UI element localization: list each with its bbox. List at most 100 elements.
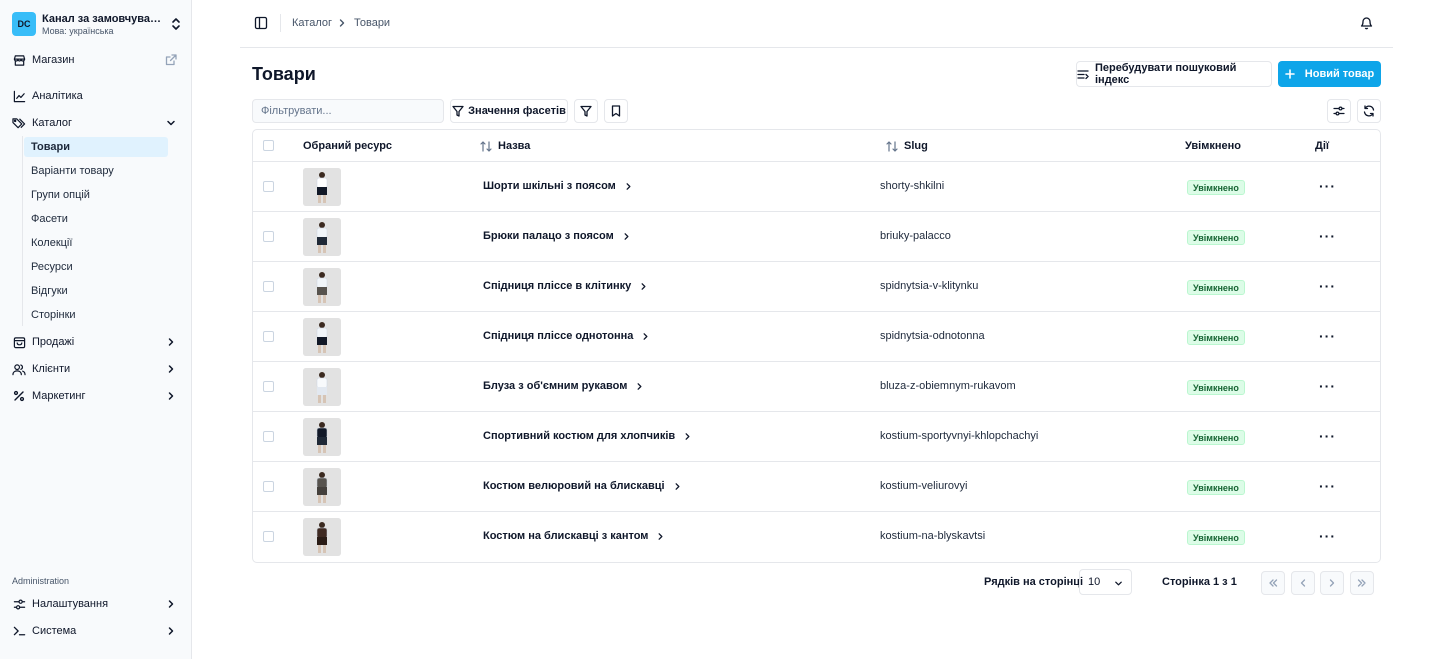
breadcrumb-catalog[interactable]: Каталог bbox=[292, 17, 332, 29]
panel-left-icon[interactable] bbox=[254, 16, 268, 30]
table-row[interactable]: Спідниця пліссе в клітинку spidnytsia-v-k… bbox=[253, 262, 1380, 312]
sidebar-subitem-pages[interactable]: Сторінки bbox=[24, 305, 168, 325]
table-row[interactable]: Костюм на блискавці з кантом kostium-na-b… bbox=[253, 512, 1380, 562]
more-actions-icon[interactable]: ··· bbox=[1319, 279, 1336, 293]
sidebar-item-label: Продажі bbox=[32, 336, 75, 348]
last-page-button[interactable] bbox=[1350, 571, 1374, 595]
row-checkbox[interactable] bbox=[263, 181, 274, 192]
chevron-right-icon bbox=[164, 362, 178, 376]
sidebar-item-sales[interactable]: Продажі bbox=[8, 331, 184, 353]
table-row[interactable]: Шорти шкільні з поясом shorty-shkilni Увім… bbox=[253, 162, 1380, 212]
sidebar-item-label: Налаштування bbox=[32, 598, 109, 610]
product-thumbnail[interactable] bbox=[303, 468, 341, 506]
product-name-link[interactable]: Шорти шкільні з поясом bbox=[483, 180, 633, 192]
more-actions-icon[interactable]: ··· bbox=[1319, 179, 1336, 193]
chevron-right-icon bbox=[665, 482, 682, 491]
product-thumbnail[interactable] bbox=[303, 418, 341, 456]
more-actions-icon[interactable]: ··· bbox=[1319, 329, 1336, 343]
chevron-right-icon bbox=[1327, 578, 1337, 588]
more-actions-icon[interactable]: ··· bbox=[1319, 229, 1336, 243]
table-row[interactable]: Спортивний костюм для хлопчиків kostium-s… bbox=[253, 412, 1380, 462]
sidebar-subitem-variants[interactable]: Варіанти товару bbox=[24, 161, 168, 181]
previous-page-button[interactable] bbox=[1291, 571, 1315, 595]
first-page-button[interactable] bbox=[1261, 571, 1285, 595]
sidebar-subitem-facets[interactable]: Фасети bbox=[24, 209, 168, 229]
filter-input[interactable] bbox=[252, 99, 444, 123]
product-name-link[interactable]: Спідниця пліссе однотонна bbox=[483, 330, 650, 342]
column-header-slug[interactable]: Slug bbox=[886, 140, 928, 152]
row-checkbox[interactable] bbox=[263, 431, 274, 442]
product-name-link[interactable]: Брюки палацо з поясом bbox=[483, 230, 631, 242]
list-filter-icon bbox=[1077, 69, 1089, 80]
plus-icon bbox=[1284, 69, 1295, 79]
next-page-button[interactable] bbox=[1320, 571, 1344, 595]
column-header-name[interactable]: Назва bbox=[480, 140, 530, 152]
filter-button[interactable] bbox=[574, 99, 598, 123]
row-checkbox[interactable] bbox=[263, 331, 274, 342]
refresh-button[interactable] bbox=[1357, 99, 1381, 123]
chevron-right-icon bbox=[648, 532, 665, 541]
table-row[interactable]: Брюки палацо з поясом briuky-palacco Увімк… bbox=[253, 212, 1380, 262]
submenu-guide-line bbox=[22, 136, 23, 326]
more-actions-icon[interactable]: ··· bbox=[1319, 429, 1336, 443]
filter-icon bbox=[580, 105, 592, 117]
product-slug: kostium-sportyvnyi-khlopchachyi bbox=[880, 430, 1039, 442]
sidebar-item-system[interactable]: Система bbox=[8, 620, 184, 642]
product-name-link[interactable]: Спідниця пліссе в клітинку bbox=[483, 280, 648, 292]
more-actions-icon[interactable]: ··· bbox=[1319, 479, 1336, 493]
sidebar-subitem-option-groups[interactable]: Групи опцій bbox=[24, 185, 168, 205]
column-settings-button[interactable] bbox=[1327, 99, 1351, 123]
sidebar-subitem-products[interactable]: Товари bbox=[24, 137, 168, 157]
sidebar-subitem-reviews[interactable]: Відгуки bbox=[24, 281, 168, 301]
external-link-icon[interactable] bbox=[164, 53, 178, 67]
product-thumbnail[interactable] bbox=[303, 518, 341, 556]
product-thumbnail[interactable] bbox=[303, 368, 341, 406]
sidebar-item-store[interactable]: Магазин bbox=[8, 49, 184, 71]
product-thumbnail[interactable] bbox=[303, 168, 341, 206]
sidebar-item-analytics[interactable]: Аналітика bbox=[8, 85, 184, 107]
saved-views-button[interactable] bbox=[604, 99, 628, 123]
channel-switcher[interactable]: DC Канал за замовчуван... Мова: українсь… bbox=[8, 8, 184, 40]
row-checkbox[interactable] bbox=[263, 531, 274, 542]
product-slug: briuky-palacco bbox=[880, 230, 951, 242]
rebuild-search-index-button[interactable]: Перебудувати пошуковий індекс bbox=[1076, 61, 1272, 87]
more-actions-icon[interactable]: ··· bbox=[1319, 529, 1336, 543]
row-checkbox[interactable] bbox=[263, 381, 274, 392]
product-thumbnail[interactable] bbox=[303, 218, 341, 256]
product-slug: shorty-shkilni bbox=[880, 180, 945, 192]
sidebar-item-label: Маркетинг bbox=[32, 390, 86, 402]
chart-line-icon bbox=[12, 89, 26, 103]
chevron-right-icon bbox=[627, 382, 644, 391]
table-row[interactable]: Костюм велюровий на блискавці kostium-vel… bbox=[253, 462, 1380, 512]
sidebar-item-marketing[interactable]: Маркетинг bbox=[8, 385, 184, 407]
row-checkbox[interactable] bbox=[263, 481, 274, 492]
product-thumbnail[interactable] bbox=[303, 318, 341, 356]
sidebar: DC Канал за замовчуван... Мова: українсь… bbox=[0, 0, 192, 659]
divider bbox=[280, 14, 281, 32]
column-header-enabled: Увімкнено bbox=[1185, 140, 1242, 152]
row-checkbox[interactable] bbox=[263, 231, 274, 242]
product-name-link[interactable]: Костюм на блискавці з кантом bbox=[483, 530, 665, 542]
product-name-link[interactable]: Блуза з об'ємним рукавом bbox=[483, 380, 644, 392]
sidebar-subitem-assets[interactable]: Ресурси bbox=[24, 257, 168, 277]
product-name-link[interactable]: Спортивний костюм для хлопчиків bbox=[483, 430, 692, 442]
table-row[interactable]: Спідниця пліссе однотонна spidnytsia-odno… bbox=[253, 312, 1380, 362]
product-name-link[interactable]: Костюм велюровий на блискавці bbox=[483, 480, 682, 492]
more-actions-icon[interactable]: ··· bbox=[1319, 379, 1336, 393]
breadcrumb-chevron-icon bbox=[337, 18, 347, 28]
sidebar-subitem-collections[interactable]: Колекції bbox=[24, 233, 168, 253]
chevron-right-icon bbox=[614, 232, 631, 241]
bell-icon[interactable] bbox=[1360, 16, 1373, 30]
select-all-checkbox[interactable] bbox=[263, 140, 274, 151]
sidebar-item-catalog[interactable]: Каталог bbox=[8, 112, 184, 134]
sidebar-item-customers[interactable]: Клієнти bbox=[8, 358, 184, 380]
rows-per-page-select[interactable]: 10 bbox=[1079, 569, 1132, 595]
new-product-button[interactable]: Новий товар bbox=[1278, 61, 1381, 87]
table-row[interactable]: Блуза з об'ємним рукавом bluza-z-obiemnym… bbox=[253, 362, 1380, 412]
row-checkbox[interactable] bbox=[263, 281, 274, 292]
product-thumbnail[interactable] bbox=[303, 268, 341, 306]
sort-icon bbox=[480, 140, 498, 152]
store-icon bbox=[12, 53, 26, 67]
sidebar-item-settings[interactable]: Налаштування bbox=[8, 593, 184, 615]
facet-values-button[interactable]: Значення фасетів bbox=[450, 99, 568, 123]
